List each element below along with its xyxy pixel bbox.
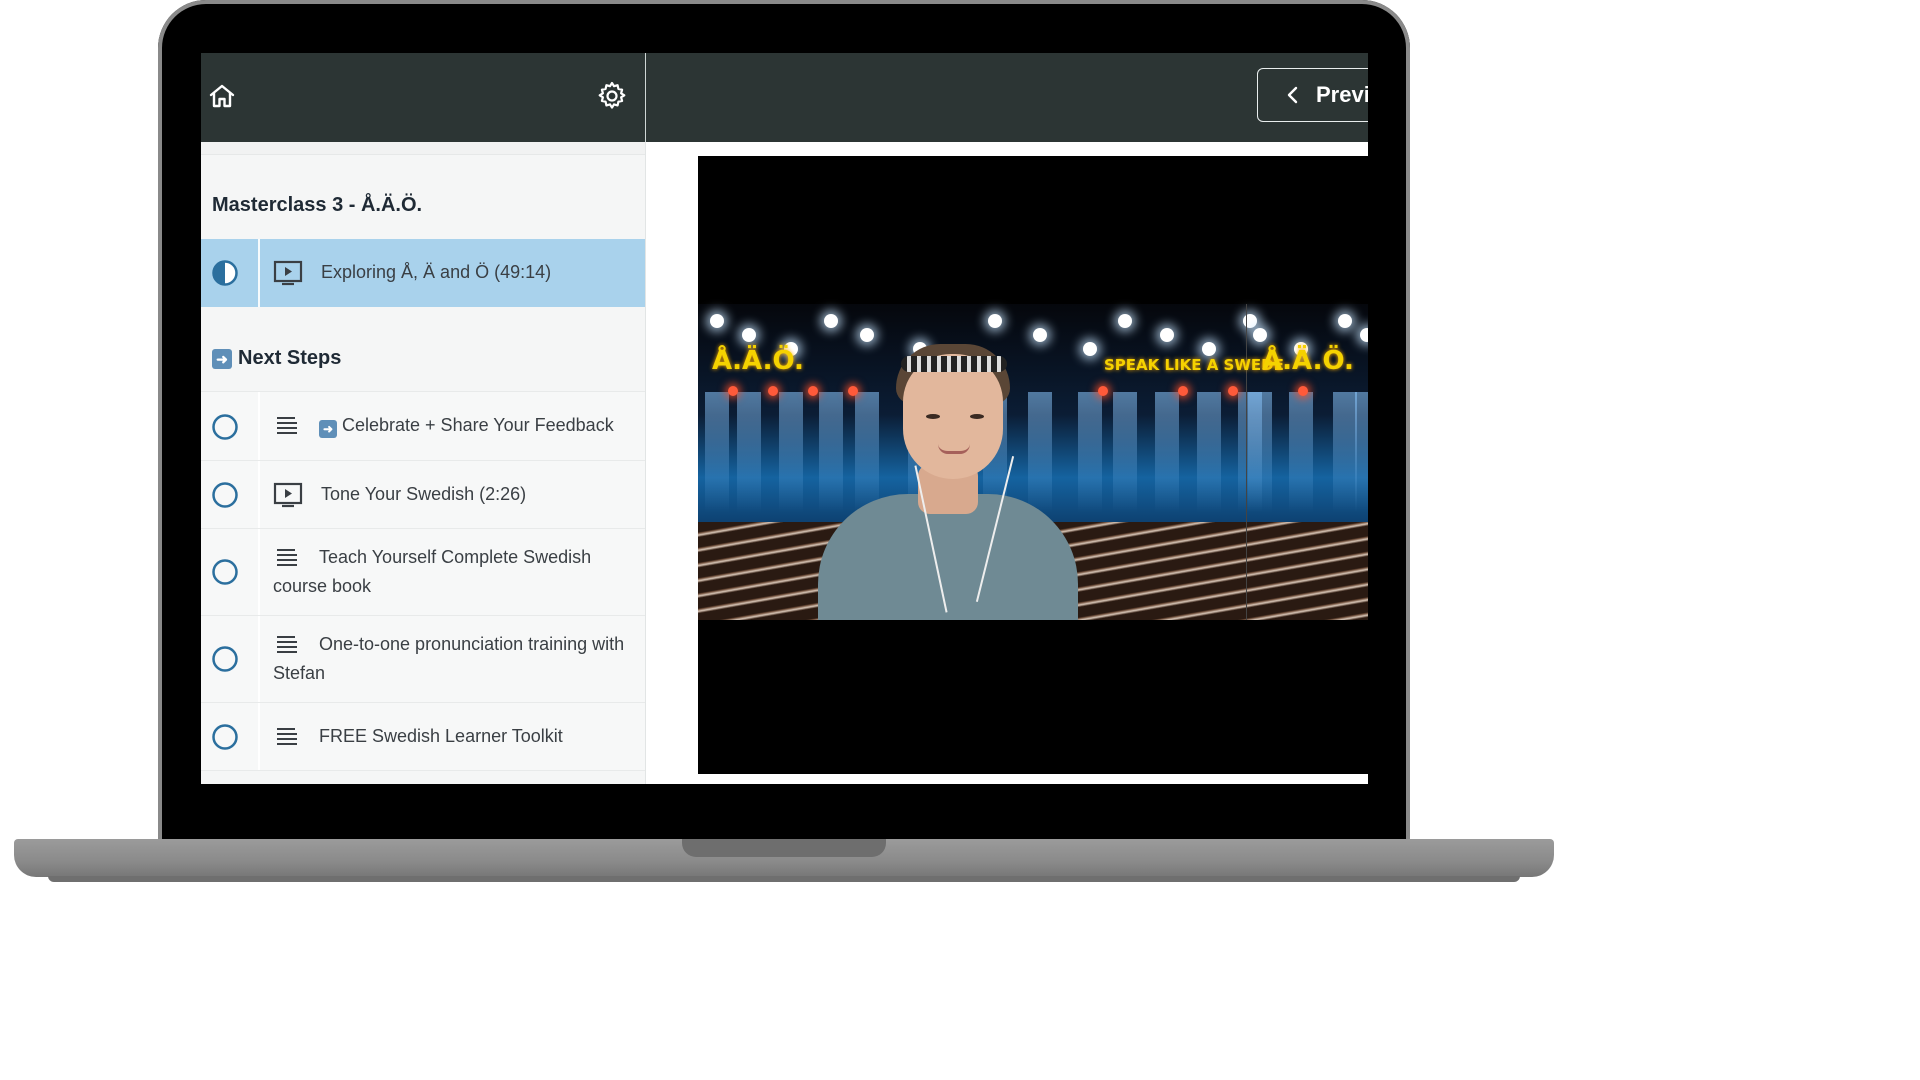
presenter-eye — [926, 414, 940, 419]
stage-light-red — [1178, 386, 1188, 396]
stage-light-red — [728, 386, 738, 396]
presenter-mouth — [938, 444, 970, 454]
section-title-text: Next Steps — [238, 347, 342, 369]
topbar-divider — [645, 53, 646, 142]
stage-beam — [1289, 392, 1313, 512]
presenter-headband — [901, 356, 1007, 372]
arrow-right-emoji-icon: ➜ — [319, 420, 337, 438]
stage-light — [1253, 328, 1267, 342]
stage-light — [1160, 328, 1174, 342]
stage-beam — [1333, 392, 1357, 512]
stage-light — [988, 314, 1002, 328]
stage-beam — [1197, 392, 1221, 512]
section-title-next-steps: ➜ Next Steps — [212, 347, 341, 370]
gear-icon — [598, 81, 626, 109]
lesson-item-pronunciation[interactable]: One-to-one pronunciation training with S… — [201, 616, 645, 703]
lesson-label: Tone Your Swedish (2:26) — [321, 484, 527, 504]
lesson-separator — [258, 616, 260, 702]
lesson-label: FREE Swedish Learner Toolkit — [319, 726, 563, 746]
lesson-item-course-book[interactable]: Teach Yourself Complete Swedish course b… — [201, 529, 645, 616]
lesson-separator — [258, 239, 260, 307]
sidebar-top-strip — [201, 142, 645, 155]
settings-button[interactable] — [596, 80, 628, 112]
main-content: Å.Ä.Ö. SPEAK LIKE A SWEDE Å.Ä.Ö. — [646, 142, 1368, 784]
stage-beam — [1078, 392, 1102, 512]
stage-beam — [779, 392, 803, 512]
section-title-masterclass: Masterclass 3 - Å.Ä.Ö. — [212, 194, 422, 217]
stage-light-red — [1298, 386, 1308, 396]
stage-beam — [1028, 392, 1052, 512]
stage-light — [824, 314, 838, 328]
empty-circle-status-icon — [212, 724, 238, 750]
stage-light-red — [848, 386, 858, 396]
stage-light — [1083, 342, 1097, 356]
arrow-right-emoji-icon: ➜ — [212, 348, 232, 369]
text-lesson-icon — [277, 636, 297, 654]
lesson-label: Exploring Å, Ä and Ö (49:14) — [321, 262, 552, 282]
banner-right-text: Å.Ä.Ö. — [1262, 346, 1354, 376]
previous-button[interactable]: Previ — [1257, 68, 1368, 122]
stage-beam — [705, 392, 729, 512]
lesson-item-toolkit[interactable]: FREE Swedish Learner Toolkit — [201, 703, 645, 771]
video-player[interactable]: Å.Ä.Ö. SPEAK LIKE A SWEDE Å.Ä.Ö. — [698, 156, 1368, 774]
top-bar: Previ — [201, 53, 1368, 142]
video-seam — [1246, 304, 1247, 620]
stage-light — [1118, 314, 1132, 328]
lesson-label: Teach Yourself Complete Swedish course b… — [273, 547, 592, 596]
laptop-notch — [682, 839, 886, 857]
empty-circle-status-icon — [212, 559, 238, 585]
stage-light-red — [768, 386, 778, 396]
stage-beam — [1113, 392, 1137, 512]
chevron-left-icon — [1287, 86, 1298, 104]
empty-circle-status-icon — [212, 414, 238, 440]
stage-beam — [1355, 392, 1368, 512]
empty-circle-status-icon — [212, 482, 238, 508]
half-circle-status-icon — [212, 260, 238, 286]
presenter-face — [903, 354, 1003, 479]
stage-light — [710, 314, 724, 328]
section-title-text: Masterclass 3 - Å.Ä.Ö. — [212, 194, 423, 216]
stage-beam — [819, 392, 843, 512]
stage-beam — [855, 392, 879, 512]
stage-light — [1360, 328, 1368, 342]
lesson-separator — [258, 392, 260, 460]
presenter-eye — [970, 414, 984, 419]
lesson-separator — [258, 529, 260, 615]
stage-beam — [737, 392, 761, 512]
stage-light-red — [1098, 386, 1108, 396]
text-lesson-icon — [277, 417, 297, 435]
stage-light — [860, 328, 874, 342]
stage-light-red — [1228, 386, 1238, 396]
course-sidebar: Masterclass 3 - Å.Ä.Ö. Exploring Å, Ä an… — [201, 142, 645, 784]
stage-light — [1202, 342, 1216, 356]
video-lesson-icon — [273, 261, 303, 286]
lesson-label: Celebrate + Share Your Feedback — [342, 415, 614, 435]
stage-beam — [1248, 392, 1272, 512]
stage-light — [1338, 314, 1352, 328]
video-lesson-icon — [273, 483, 303, 508]
stage-beam — [1155, 392, 1179, 512]
banner-left-text: Å.Ä.Ö. — [712, 346, 804, 376]
lesson-item-tone[interactable]: Tone Your Swedish (2:26) — [201, 461, 645, 529]
stage-light-red — [808, 386, 818, 396]
home-button[interactable] — [207, 81, 237, 111]
empty-circle-status-icon — [212, 646, 238, 672]
lesson-separator — [258, 461, 260, 528]
lesson-label: One-to-one pronunciation training with S… — [273, 634, 625, 683]
video-frame: Å.Ä.Ö. SPEAK LIKE A SWEDE Å.Ä.Ö. — [698, 304, 1368, 620]
course-player-screen: Previ Masterclass 3 - Å.Ä.Ö. Exploring Å… — [201, 53, 1368, 784]
laptop-base-edge — [48, 876, 1520, 882]
lesson-item-exploring[interactable]: Exploring Å, Ä and Ö (49:14) — [201, 239, 645, 307]
lesson-separator — [258, 703, 260, 770]
text-lesson-icon — [277, 728, 297, 746]
home-icon — [209, 84, 235, 108]
stage-light — [742, 328, 756, 342]
lesson-item-celebrate[interactable]: ➜ Celebrate + Share Your Feedback — [201, 391, 645, 461]
previous-label: Previ — [1316, 82, 1368, 107]
stage-light — [1033, 328, 1047, 342]
text-lesson-icon — [277, 549, 297, 567]
banner-center-text: SPEAK LIKE A SWEDE — [1104, 356, 1284, 374]
